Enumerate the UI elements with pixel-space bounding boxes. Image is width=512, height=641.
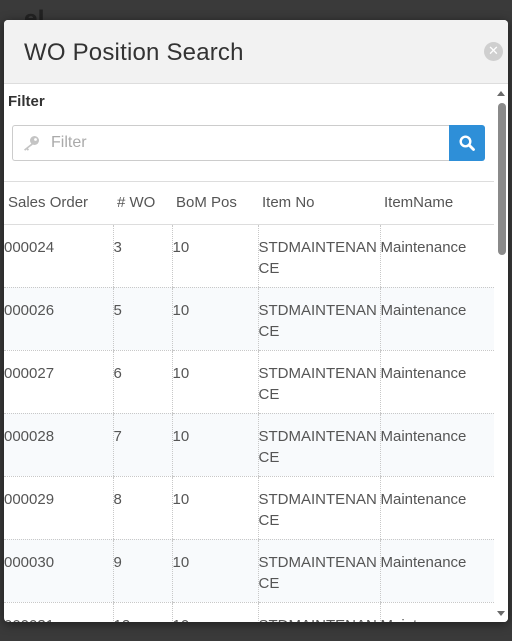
cell-wo: 5 — [112, 287, 172, 351]
cell-item-no: STDMAINTENANCE — [257, 287, 380, 351]
cell-bom-pos: 10 — [171, 413, 258, 477]
table-row[interactable]: 000031 12 10 STDMAINTENANCE Maintenance — [4, 602, 494, 622]
column-header-wo[interactable]: # WO — [113, 182, 172, 225]
cell-bom-pos: 10 — [171, 602, 258, 622]
column-header-item-no[interactable]: Item No — [258, 182, 380, 225]
table-header-row: Sales Order # WO BoM Pos Item No ItemNam… — [4, 182, 494, 225]
cell-bom-pos: 10 — [171, 539, 258, 603]
cell-item-name: Maintenance — [379, 350, 494, 414]
cell-wo: 6 — [112, 350, 172, 414]
filter-input[interactable] — [49, 126, 445, 160]
cell-item-name: Maintenance — [379, 539, 494, 603]
cell-item-name: Maintenance — [379, 287, 494, 351]
cell-bom-pos: 10 — [171, 476, 258, 540]
table-row[interactable]: 000030 9 10 STDMAINTENANCE Maintenance — [4, 539, 494, 603]
cell-bom-pos: 10 — [171, 224, 258, 288]
dialog-header: WO Position Search ✕ — [4, 20, 508, 84]
column-header-bom-pos[interactable]: BoM Pos — [172, 182, 258, 225]
key-icon — [24, 136, 39, 151]
cell-bom-pos: 10 — [171, 287, 258, 351]
cell-sales-order: 000027 — [4, 350, 113, 414]
table-row[interactable]: 000028 7 10 STDMAINTENANCE Maintenance — [4, 413, 494, 477]
cell-sales-order: 000026 — [4, 287, 113, 351]
cell-item-no: STDMAINTENANCE — [257, 539, 380, 603]
cell-wo: 12 — [112, 602, 172, 622]
column-header-item-name[interactable]: ItemName — [380, 182, 494, 225]
scroll-down-arrow-icon[interactable] — [497, 611, 505, 616]
cell-item-no: STDMAINTENANCE — [257, 224, 380, 288]
cell-wo: 8 — [112, 476, 172, 540]
cell-sales-order: 000024 — [4, 224, 113, 288]
filter-label: Filter — [8, 93, 45, 110]
table-row[interactable]: 000027 6 10 STDMAINTENANCE Maintenance — [4, 350, 494, 414]
cell-wo: 3 — [112, 224, 172, 288]
cell-sales-order: 000030 — [4, 539, 113, 603]
cell-sales-order: 000031 — [4, 602, 113, 622]
cell-wo: 9 — [112, 539, 172, 603]
cell-item-no: STDMAINTENANCE — [257, 602, 380, 622]
cell-item-name: Maintenance — [379, 602, 494, 622]
cell-item-name: Maintenance — [379, 224, 494, 288]
cell-item-no: STDMAINTENANCE — [257, 413, 380, 477]
filter-input-wrapper — [12, 125, 449, 161]
dialog-scrollbar[interactable] — [494, 85, 508, 622]
scrollbar-thumb[interactable] — [498, 103, 506, 255]
cell-bom-pos: 10 — [171, 350, 258, 414]
cell-sales-order: 000028 — [4, 413, 113, 477]
table-row[interactable]: 000026 5 10 STDMAINTENANCE Maintenance — [4, 287, 494, 351]
cell-item-name: Maintenance — [379, 413, 494, 477]
search-button[interactable] — [449, 125, 485, 161]
cell-item-no: STDMAINTENANCE — [257, 476, 380, 540]
results-table: Sales Order # WO BoM Pos Item No ItemNam… — [4, 182, 494, 622]
cell-wo: 7 — [112, 413, 172, 477]
table-row[interactable]: 000024 3 10 STDMAINTENANCE Maintenance — [4, 224, 494, 288]
dialog-body: Filter Filter Sales Order # WO BoM Pos I… — [4, 85, 494, 622]
filter-row — [12, 125, 485, 161]
cell-item-name: Maintenance — [379, 476, 494, 540]
table-row[interactable]: 000029 8 10 STDMAINTENANCE Maintenance — [4, 476, 494, 540]
cell-sales-order: 000029 — [4, 476, 113, 540]
results-table-container: Sales Order # WO BoM Pos Item No ItemNam… — [4, 181, 494, 622]
cell-item-no: STDMAINTENANCE — [257, 350, 380, 414]
dialog-title: WO Position Search — [24, 39, 244, 66]
scroll-up-arrow-icon[interactable] — [497, 91, 505, 96]
wo-position-search-dialog: WO Position Search ✕ Filter Filter Sales… — [4, 20, 508, 622]
column-header-sales-order[interactable]: Sales Order — [4, 182, 113, 225]
search-icon — [459, 135, 475, 151]
close-icon[interactable]: ✕ — [484, 42, 503, 61]
